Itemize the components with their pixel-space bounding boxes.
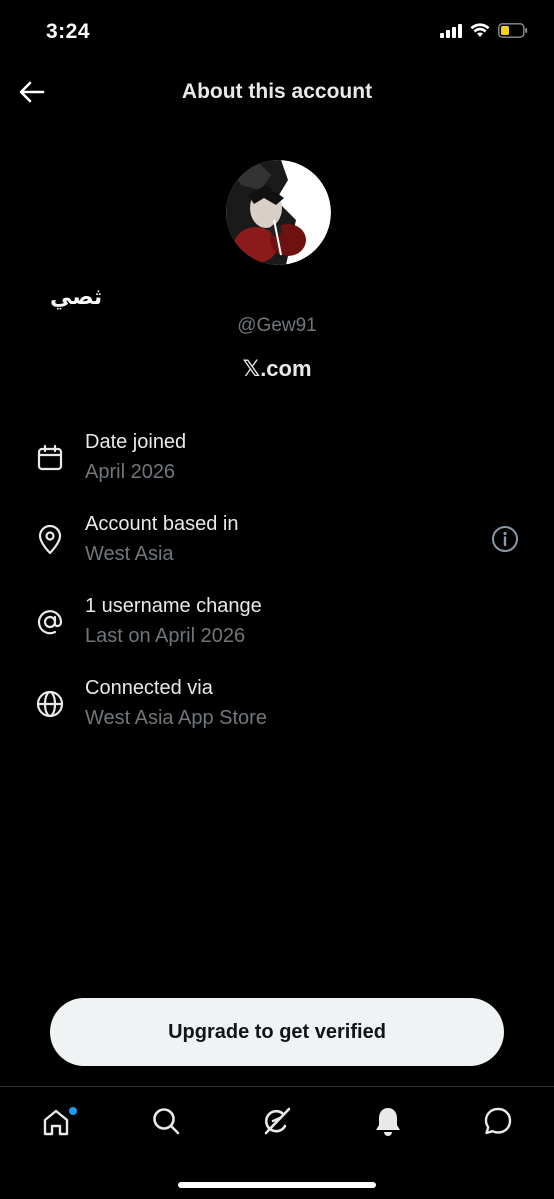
status-bar: 3:24 bbox=[0, 0, 554, 66]
home-icon bbox=[40, 1107, 77, 1139]
location-pin-icon bbox=[34, 524, 66, 556]
info-row-username-change: 1 username change Last on April 2026 bbox=[0, 592, 554, 662]
grok-icon bbox=[261, 1105, 293, 1142]
info-title: 1 username change bbox=[85, 595, 262, 617]
chat-bubble-icon bbox=[482, 1105, 514, 1142]
info-circle-icon[interactable] bbox=[490, 524, 520, 554]
info-subtitle: Last on April 2026 bbox=[85, 625, 246, 647]
calendar-icon bbox=[34, 442, 66, 474]
cellular-signal-icon bbox=[440, 23, 462, 43]
info-subtitle: West Asia bbox=[85, 543, 174, 565]
globe-icon bbox=[34, 688, 66, 720]
wifi-icon bbox=[470, 23, 490, 43]
info-subtitle: West Asia App Store bbox=[85, 707, 267, 729]
home-indicator bbox=[178, 1182, 376, 1188]
info-title: Account based in bbox=[85, 513, 239, 535]
tab-search[interactable] bbox=[146, 1103, 186, 1143]
domain-link[interactable]: 𝕏.com bbox=[0, 356, 554, 382]
notification-dot bbox=[69, 1107, 77, 1115]
avatar[interactable] bbox=[226, 160, 331, 265]
info-row-connected-via: Connected via West Asia App Store bbox=[0, 674, 554, 744]
status-icons bbox=[440, 22, 528, 44]
tab-home[interactable] bbox=[36, 1103, 77, 1143]
info-title: Date joined bbox=[85, 431, 187, 453]
status-time: 3:24 bbox=[46, 20, 91, 43]
upgrade-verified-button[interactable]: Upgrade to get verified bbox=[50, 998, 504, 1066]
info-row-account-based-in: Account based in West Asia bbox=[0, 510, 554, 580]
search-icon bbox=[151, 1106, 181, 1141]
display-name: ثصي bbox=[50, 284, 103, 309]
tab-messages[interactable] bbox=[478, 1103, 518, 1143]
info-title: Connected via bbox=[85, 677, 213, 699]
at-sign-icon bbox=[34, 606, 66, 638]
domain-suffix: .com bbox=[260, 356, 312, 381]
info-subtitle: April 2026 bbox=[85, 461, 176, 483]
info-row-date-joined: Date joined April 2026 bbox=[0, 428, 554, 498]
battery-low-icon bbox=[498, 23, 528, 43]
bell-icon bbox=[373, 1105, 403, 1142]
page-title: About this account bbox=[181, 80, 373, 103]
x-logo-icon: 𝕏 bbox=[242, 357, 261, 382]
tab-notifications[interactable] bbox=[368, 1103, 408, 1143]
handle: @Gew91 bbox=[237, 315, 317, 336]
header: About this account bbox=[0, 66, 554, 122]
tab-grok[interactable] bbox=[257, 1103, 297, 1143]
